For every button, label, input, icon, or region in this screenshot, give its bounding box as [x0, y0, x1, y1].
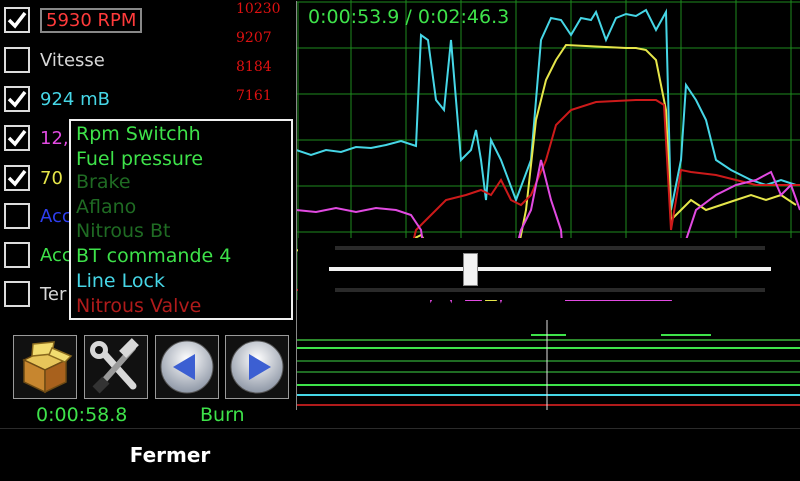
channel-checkbox[interactable] — [4, 165, 30, 191]
channel-label: Vitesse — [40, 49, 105, 71]
channel-checkbox[interactable] — [4, 47, 30, 73]
legend-item: Brake — [76, 171, 131, 193]
scale-value: 8184 — [236, 59, 272, 75]
legend-item: Line Lock — [76, 270, 165, 292]
legend-popup: Rpm Switchh Fuel pressure Brake Aflano N… — [69, 119, 293, 320]
package-button[interactable] — [13, 335, 77, 399]
channel-row-speed[interactable]: Vitesse — [4, 45, 105, 75]
channel-checkbox[interactable] — [4, 125, 30, 151]
tools-icon — [90, 338, 139, 394]
scale-value: 9207 — [236, 30, 272, 46]
previous-icon — [160, 340, 214, 394]
channel-label: Acc — [40, 244, 72, 266]
slider-thumb[interactable] — [463, 253, 479, 286]
legend-item: Rpm Switchh — [76, 123, 201, 145]
channel-row-pressure[interactable]: 924 mB — [4, 84, 110, 114]
slider-track[interactable] — [329, 267, 771, 271]
channel-checkbox[interactable] — [4, 86, 30, 112]
timeline-slider[interactable] — [298, 238, 800, 300]
channel-label: 5930 RPM — [40, 7, 143, 33]
legend-item: Nitrous Bt — [76, 220, 171, 242]
channel-row-7[interactable]: Acc — [4, 240, 72, 270]
channel-label: Acc — [40, 205, 72, 227]
channel-label: 70 — [40, 167, 63, 189]
channel-row-rpm[interactable]: 5930 RPM — [4, 5, 143, 35]
mode-label: Burn — [200, 404, 245, 426]
next-button[interactable] — [225, 335, 289, 399]
package-icon — [22, 341, 73, 394]
channel-row-4[interactable]: 12, — [4, 123, 69, 153]
channel-row-8[interactable]: Ter — [4, 279, 66, 309]
next-icon — [230, 340, 284, 394]
legend-item: Fuel pressure — [76, 148, 204, 170]
elapsed-time: 0:00:58.8 — [36, 404, 128, 426]
channel-row-6[interactable]: Acc — [4, 201, 72, 231]
bottom-bar: Fermer — [0, 428, 800, 481]
previous-button[interactable] — [155, 335, 219, 399]
channel-checkbox[interactable] — [4, 203, 30, 229]
telemetry-graph[interactable] — [296, 0, 800, 410]
channel-checkbox[interactable] — [4, 7, 30, 33]
close-button[interactable]: Fermer — [0, 429, 340, 481]
scale-value: 7161 — [236, 88, 272, 104]
legend-item: Aflano — [76, 196, 137, 218]
scale-value: 10230 — [236, 1, 281, 17]
channel-label: 924 mB — [40, 88, 110, 110]
time-readout: 0:00:53.9 / 0:02:46.3 — [308, 6, 510, 28]
channel-checkbox[interactable] — [4, 281, 30, 307]
legend-item: BT commande 4 — [76, 245, 232, 267]
legend-item: Nitrous Valve — [76, 295, 202, 317]
tools-button[interactable] — [84, 335, 148, 399]
channel-label: 12, — [40, 127, 69, 149]
channel-checkbox[interactable] — [4, 242, 30, 268]
channel-label: Ter — [40, 283, 67, 305]
channel-row-5[interactable]: 70 — [4, 163, 63, 193]
